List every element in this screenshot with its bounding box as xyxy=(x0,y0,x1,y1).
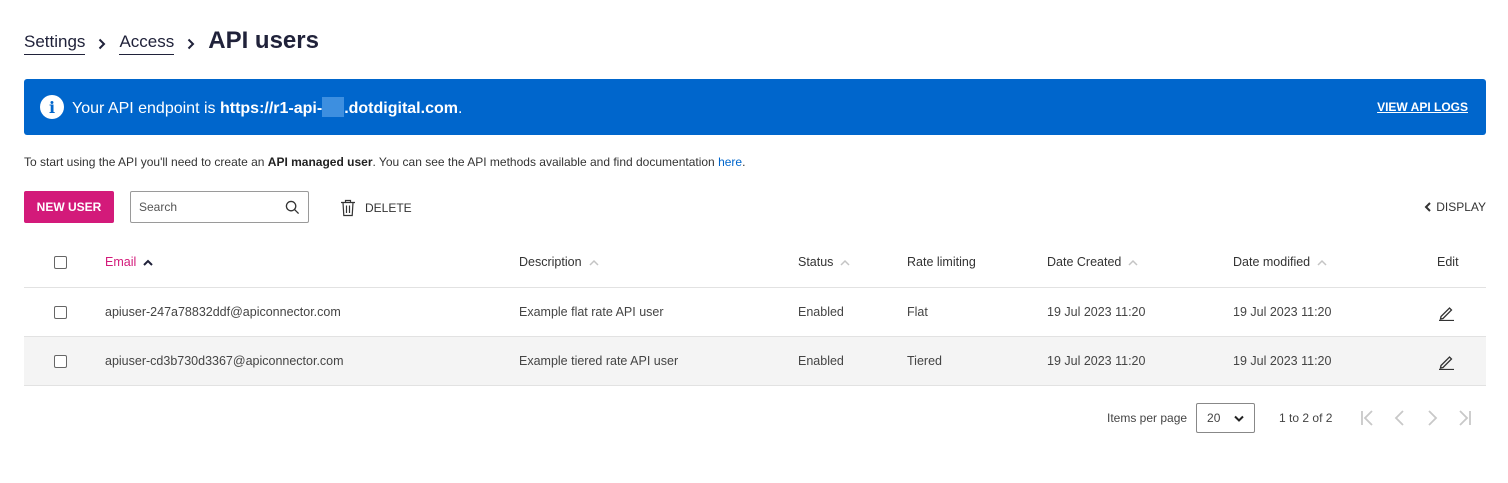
row-description: Example flat rate API user xyxy=(519,305,664,319)
table-row: apiuser-247a78832ddf@apiconnector.com Ex… xyxy=(24,288,1486,337)
row-date-created: 19 Jul 2023 11:20 xyxy=(1047,305,1146,319)
status-header-label: Status xyxy=(798,255,834,269)
api-endpoint-banner: i Your API endpoint is https://r1-api- .d… xyxy=(24,79,1486,135)
row-date-modified: 19 Jul 2023 11:20 xyxy=(1233,354,1332,368)
breadcrumb-settings-link[interactable]: Settings xyxy=(24,32,86,55)
select-all-cell xyxy=(54,237,67,287)
search-box[interactable] xyxy=(130,191,309,223)
trash-icon xyxy=(341,199,355,217)
column-header-edit: Edit xyxy=(1437,237,1459,287)
column-header-status[interactable]: Status xyxy=(798,237,850,287)
column-header-description[interactable]: Description xyxy=(519,237,599,287)
last-page-button[interactable] xyxy=(1448,410,1480,426)
rate-limiting-header-label: Rate limiting xyxy=(907,255,976,269)
intro-text: To start using the API you'll need to cr… xyxy=(24,155,745,169)
row-checkbox[interactable] xyxy=(54,354,67,368)
items-per-page-select[interactable]: 20 xyxy=(1196,403,1256,433)
first-page-button[interactable] xyxy=(1352,410,1384,426)
intro-part3: . xyxy=(742,155,746,169)
column-header-rate-limiting: Rate limiting xyxy=(907,237,976,287)
search-icon[interactable] xyxy=(285,200,300,215)
chevron-left-icon xyxy=(1395,410,1405,426)
items-per-page-label: Items per page xyxy=(1107,411,1188,425)
pagination: Items per page 20 1 to 2 of 2 xyxy=(1107,403,1480,433)
edit-button[interactable] xyxy=(1438,337,1455,385)
banner-text: Your API endpoint is https://r1-api- .dot… xyxy=(72,96,463,118)
sort-icon xyxy=(1317,259,1327,266)
page-range: 1 to 2 of 2 xyxy=(1279,411,1333,425)
sort-icon xyxy=(589,259,599,266)
row-status: Enabled xyxy=(798,305,844,319)
row-checkbox-cell xyxy=(54,288,67,336)
view-api-logs-link[interactable]: VIEW API LOGS xyxy=(1377,100,1468,114)
column-header-date-modified[interactable]: Date modified xyxy=(1233,237,1327,287)
pager-nav xyxy=(1352,410,1480,426)
column-header-date-created[interactable]: Date Created xyxy=(1047,237,1138,287)
last-page-icon xyxy=(1459,410,1472,426)
row-rate-limiting: Tiered xyxy=(907,354,942,368)
chevron-left-icon xyxy=(1424,202,1431,212)
delete-label: DELETE xyxy=(365,201,412,215)
chevron-right-icon xyxy=(174,38,208,50)
sort-ascending-icon xyxy=(143,259,153,266)
table-row: apiuser-cd3b730d3367@apiconnector.com Ex… xyxy=(24,337,1486,386)
breadcrumb: Settings Access API users xyxy=(24,24,319,58)
delete-button[interactable]: DELETE xyxy=(340,197,412,219)
row-checkbox-cell xyxy=(54,337,67,385)
intro-bold: API managed user xyxy=(267,155,373,169)
row-date-modified: 19 Jul 2023 11:20 xyxy=(1233,305,1332,319)
first-page-icon xyxy=(1361,410,1374,426)
row-email: apiuser-cd3b730d3367@apiconnector.com xyxy=(105,354,344,368)
date-modified-header-label: Date modified xyxy=(1233,255,1311,269)
edit-button[interactable] xyxy=(1438,288,1455,336)
sort-icon xyxy=(840,259,850,266)
email-header-label: Email xyxy=(105,255,137,269)
select-all-checkbox[interactable] xyxy=(54,255,67,269)
row-rate-limiting: Flat xyxy=(907,305,928,319)
display-label: DISPLAY xyxy=(1436,200,1486,214)
api-endpoint-url: https://r1-api- .dotdigital.com xyxy=(219,96,458,117)
chevron-down-icon xyxy=(1234,415,1244,422)
pencil-icon xyxy=(1439,306,1454,321)
breadcrumb-access-link[interactable]: Access xyxy=(119,32,175,55)
row-description: Example tiered rate API user xyxy=(519,354,679,368)
sort-icon xyxy=(1128,259,1138,266)
endpoint-start: https://r1-api- xyxy=(219,99,323,117)
column-header-email[interactable]: Email xyxy=(105,237,153,287)
chevron-right-icon xyxy=(85,38,119,50)
pencil-icon xyxy=(1439,355,1454,370)
endpoint-end: .dotdigital.com xyxy=(344,99,458,117)
display-toggle[interactable]: DISPLAY xyxy=(1424,200,1486,214)
intro-part1: To start using the API you'll need to cr… xyxy=(24,155,268,169)
banner-suffix: . xyxy=(457,99,463,117)
intro-part2: . You can see the API methods available … xyxy=(372,155,719,169)
items-per-page-value: 20 xyxy=(1207,411,1221,425)
description-header-label: Description xyxy=(519,255,582,269)
redacted-block xyxy=(322,96,345,117)
new-user-button[interactable]: NEW USER xyxy=(24,191,114,223)
banner-prefix: Your API endpoint is xyxy=(72,99,220,117)
chevron-right-icon xyxy=(1428,410,1438,426)
api-users-table: Email Description Status Rate limiting D… xyxy=(24,237,1486,386)
documentation-link[interactable]: here xyxy=(718,155,742,169)
row-email: apiuser-247a78832ddf@apiconnector.com xyxy=(105,305,341,319)
search-input[interactable] xyxy=(139,200,279,214)
previous-page-button[interactable] xyxy=(1384,410,1416,426)
row-checkbox[interactable] xyxy=(54,305,67,319)
table-header-row: Email Description Status Rate limiting D… xyxy=(24,237,1486,288)
edit-header-label: Edit xyxy=(1437,255,1459,269)
next-page-button[interactable] xyxy=(1416,410,1448,426)
row-date-created: 19 Jul 2023 11:20 xyxy=(1047,354,1146,368)
page-title: API users xyxy=(208,27,319,54)
date-created-header-label: Date Created xyxy=(1047,255,1122,269)
info-icon: i xyxy=(40,95,64,119)
row-status: Enabled xyxy=(798,354,844,368)
